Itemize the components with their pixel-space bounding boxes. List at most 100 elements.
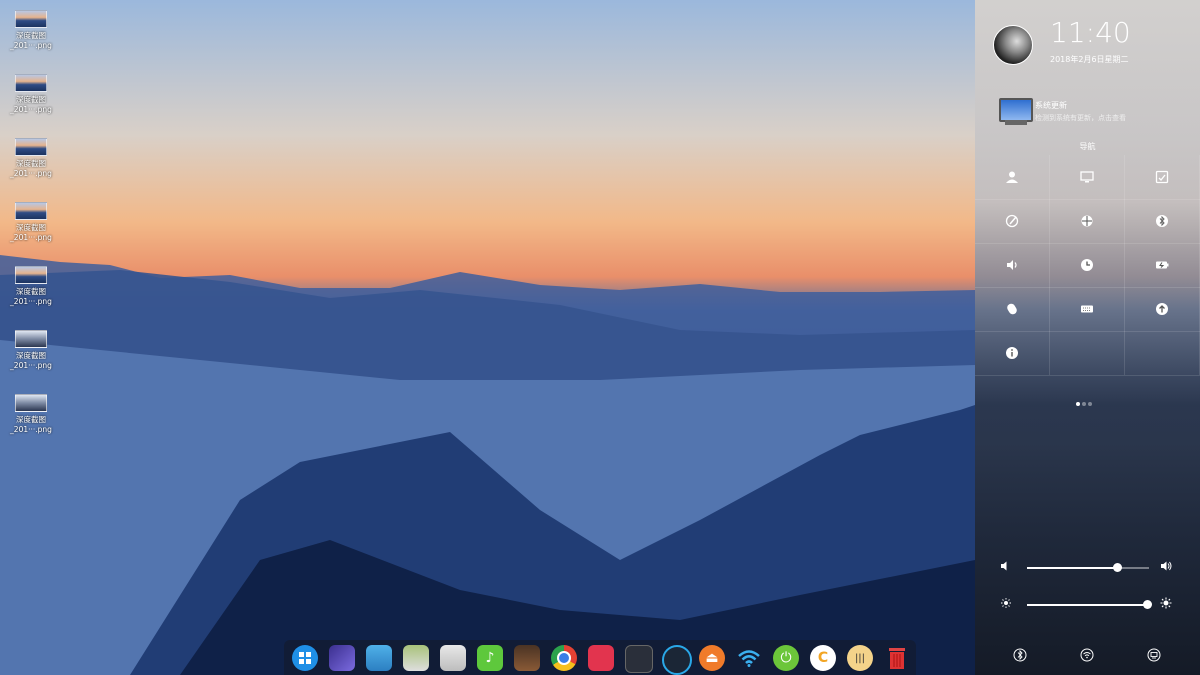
brightness-knob[interactable] — [1142, 600, 1152, 609]
file-manager-icon[interactable] — [403, 645, 429, 671]
image-thumbnail-icon — [15, 266, 47, 284]
datetime-dock-icon[interactable]: ||| — [847, 645, 873, 671]
palette-icon — [1005, 214, 1019, 228]
power-dock-icon[interactable]: ⏻ — [773, 645, 799, 671]
video-player-icon[interactable] — [514, 645, 540, 671]
window-check-icon — [1155, 170, 1169, 184]
mouse-button[interactable] — [975, 287, 1050, 332]
file-name-line1: 深度截图 — [16, 159, 46, 168]
remote-assistance-icon[interactable] — [588, 645, 614, 671]
desktop-file-icon[interactable]: 深度截图 _201···.png — [8, 74, 54, 115]
brightness-slider-row — [995, 597, 1180, 613]
projection-toggle[interactable] — [1144, 645, 1164, 665]
brightness-slider[interactable] — [1027, 600, 1152, 609]
nav-label: 导航 — [1079, 142, 1096, 151]
brightness-high-icon[interactable] — [1160, 597, 1172, 609]
wifi-dock-icon[interactable] — [736, 645, 762, 671]
image-thumbnail-icon — [15, 202, 47, 220]
update-button[interactable] — [1125, 287, 1200, 332]
page-dot[interactable] — [1076, 402, 1080, 406]
page-dot[interactable] — [1088, 402, 1092, 406]
system-update-notification[interactable]: 系统更新 检测到系统有更新，点击查看 — [999, 96, 1189, 130]
brightness-fill — [1027, 604, 1147, 606]
file-name-line1: 深度截图 — [16, 95, 46, 104]
brightness-low-icon[interactable] — [1000, 597, 1012, 609]
file-name-line2: _201···.png — [10, 169, 52, 178]
clock-icon — [1081, 259, 1093, 271]
music-player-icon[interactable]: ♪ — [477, 645, 503, 671]
multitasking-view-icon[interactable] — [366, 645, 392, 671]
bluetooth-icon — [1156, 215, 1168, 227]
file-name-line2: _201···.png — [10, 361, 52, 370]
image-thumbnail-icon — [15, 74, 47, 92]
clock-time: 11:40 — [1050, 16, 1131, 49]
volume-slider[interactable] — [1027, 563, 1149, 572]
clock-date: 2018年2月6日星期二 — [1050, 55, 1129, 64]
notification-title: 系统更新 — [1035, 101, 1067, 110]
screenshot-app-icon[interactable] — [329, 645, 355, 671]
update-dock-icon[interactable]: C — [810, 645, 836, 671]
desktop-file-icon[interactable]: 深度截图 _201···.png — [8, 394, 54, 435]
wifi-icon — [1080, 648, 1094, 662]
battery-icon — [1156, 261, 1169, 269]
file-name-line2: _201···.png — [10, 425, 52, 434]
volume-slider-row — [995, 560, 1180, 576]
desktop-file-icon[interactable]: 深度截图 _201···.png — [8, 10, 54, 51]
eject-icon[interactable]: ⏏ — [699, 645, 725, 671]
monitor-stand — [1005, 120, 1027, 125]
datetime-button[interactable] — [1050, 243, 1125, 288]
desktop-file-icon[interactable]: 深度截图 _201···.png — [8, 330, 54, 371]
user-avatar[interactable] — [993, 25, 1033, 65]
desktop-file-icon[interactable]: 深度截图 _201···.png — [8, 202, 54, 243]
terminal-icon[interactable] — [625, 645, 653, 673]
network-button[interactable] — [1050, 199, 1125, 244]
power-button[interactable] — [1125, 243, 1200, 288]
system-info-button[interactable] — [975, 331, 1050, 376]
default-apps-button[interactable] — [1125, 155, 1200, 200]
image-thumbnail-icon — [15, 394, 47, 412]
trash-icon[interactable] — [884, 645, 910, 671]
mouse-icon — [1007, 303, 1017, 315]
image-thumbnail-icon — [15, 330, 47, 348]
bluetooth-icon — [1013, 648, 1027, 662]
personalization-button[interactable] — [975, 199, 1050, 244]
page-dot[interactable] — [1082, 402, 1086, 406]
display-button[interactable] — [1050, 155, 1125, 200]
wallpaper-mountains — [0, 255, 975, 675]
image-thumbnail-icon — [15, 138, 47, 156]
dock: ♪ ⏏ ⏻ C ||| — [284, 640, 916, 675]
empty-cell — [1050, 331, 1125, 376]
network-icon — [1081, 215, 1093, 227]
user-icon — [1006, 171, 1018, 183]
volume-high-icon[interactable] — [1160, 560, 1172, 572]
keyboard-icon — [1081, 305, 1093, 313]
desktop-file-icon[interactable]: 深度截图 _201···.png — [8, 266, 54, 307]
file-name-line1: 深度截图 — [16, 223, 46, 232]
image-thumbnail-icon — [15, 10, 47, 28]
app-store-icon[interactable] — [440, 645, 466, 671]
page-indicator[interactable] — [1075, 391, 1093, 410]
bluetooth-button[interactable] — [1125, 199, 1200, 244]
keyboard-button[interactable] — [1050, 287, 1125, 332]
volume-low-icon[interactable] — [1000, 560, 1012, 572]
empty-cell — [1125, 331, 1200, 376]
desktop-file-icon[interactable]: 深度截图 _201···.png — [8, 138, 54, 179]
wifi-toggle[interactable] — [1077, 645, 1097, 665]
file-name-line2: _201···.png — [10, 41, 52, 50]
info-icon — [1006, 347, 1018, 359]
volume-fill — [1027, 567, 1118, 569]
bluetooth-toggle[interactable] — [1010, 645, 1030, 665]
accounts-button[interactable] — [975, 155, 1050, 200]
file-name-line1: 深度截图 — [16, 415, 46, 424]
display-icon — [1080, 171, 1094, 183]
volume-knob[interactable] — [1113, 563, 1123, 572]
chrome-browser-icon[interactable] — [551, 645, 577, 671]
system-monitor-icon[interactable] — [662, 645, 692, 675]
sound-button[interactable] — [975, 243, 1050, 288]
file-name-line1: 深度截图 — [16, 351, 46, 360]
notification-description: 检测到系统有更新，点击查看 — [1035, 114, 1126, 122]
display-mode-icon — [1147, 648, 1161, 662]
file-name-line2: _201···.png — [10, 105, 52, 114]
update-arrow-icon — [1156, 303, 1168, 315]
launcher-icon[interactable] — [292, 645, 318, 671]
